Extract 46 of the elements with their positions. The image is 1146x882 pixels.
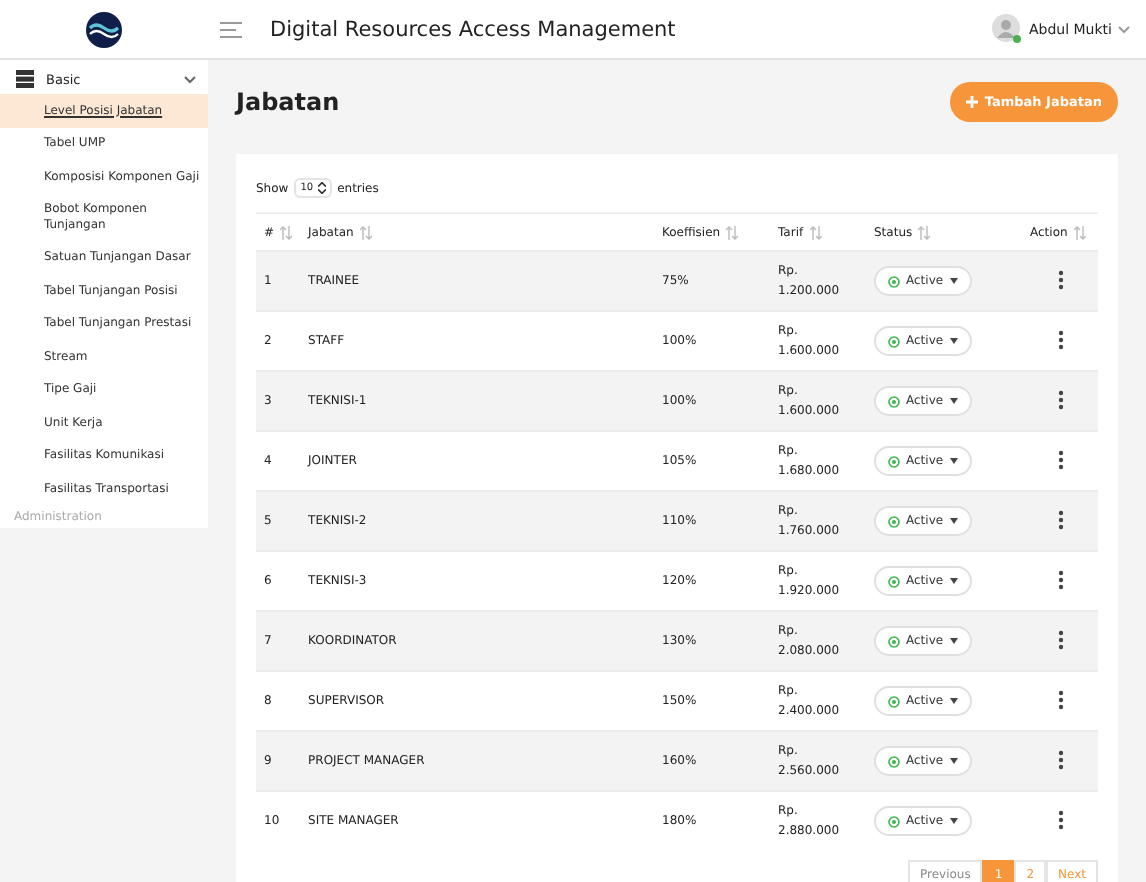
check-circle-icon — [888, 395, 900, 407]
caret-icon — [949, 578, 958, 584]
caret-icon — [949, 698, 958, 704]
chevron-down-icon[interactable] — [1118, 25, 1130, 33]
caret-icon — [949, 818, 958, 824]
more-icon[interactable] — [1057, 629, 1063, 649]
check-circle-icon — [888, 815, 900, 827]
caret-icon — [949, 518, 958, 524]
chevron-icon — [184, 75, 196, 83]
caret-icon — [949, 398, 958, 404]
sort-icon — [359, 225, 372, 239]
caret-icon — [949, 758, 958, 764]
check-circle-icon — [888, 635, 900, 647]
page-title: Jabatan — [236, 87, 340, 115]
more-icon[interactable] — [1057, 509, 1063, 529]
more-icon[interactable] — [1057, 689, 1063, 709]
sort-arrows-icon — [317, 182, 326, 194]
sort-icon — [726, 225, 739, 239]
sort-icon — [1073, 225, 1086, 239]
check-circle-icon — [888, 335, 900, 347]
caret-icon — [949, 458, 958, 464]
check-circle-icon — [888, 455, 900, 467]
more-icon[interactable] — [1057, 749, 1063, 769]
caret-icon — [949, 638, 958, 644]
check-circle-icon — [888, 575, 900, 587]
more-icon[interactable] — [1057, 329, 1063, 349]
check-circle-icon — [888, 695, 900, 707]
menu-icon[interactable] — [220, 21, 242, 37]
sort-icon — [809, 225, 822, 239]
more-icon[interactable] — [1057, 389, 1063, 409]
caret-icon — [949, 278, 958, 284]
app-title: Digital Resources Access Management — [270, 17, 676, 41]
more-icon[interactable] — [1057, 449, 1063, 469]
sort-icon — [280, 225, 293, 239]
more-icon[interactable] — [1057, 269, 1063, 289]
server-icon — [16, 70, 34, 88]
check-circle-icon — [888, 755, 900, 767]
avatar-icon — [992, 14, 1023, 44]
more-icon[interactable] — [1057, 809, 1063, 829]
logo-icon — [86, 11, 122, 47]
more-icon[interactable] — [1057, 569, 1063, 589]
plus-icon — [966, 95, 979, 107]
check-circle-icon — [888, 515, 900, 527]
caret-icon — [949, 338, 958, 344]
sort-icon — [918, 225, 931, 239]
check-circle-icon — [888, 275, 900, 287]
